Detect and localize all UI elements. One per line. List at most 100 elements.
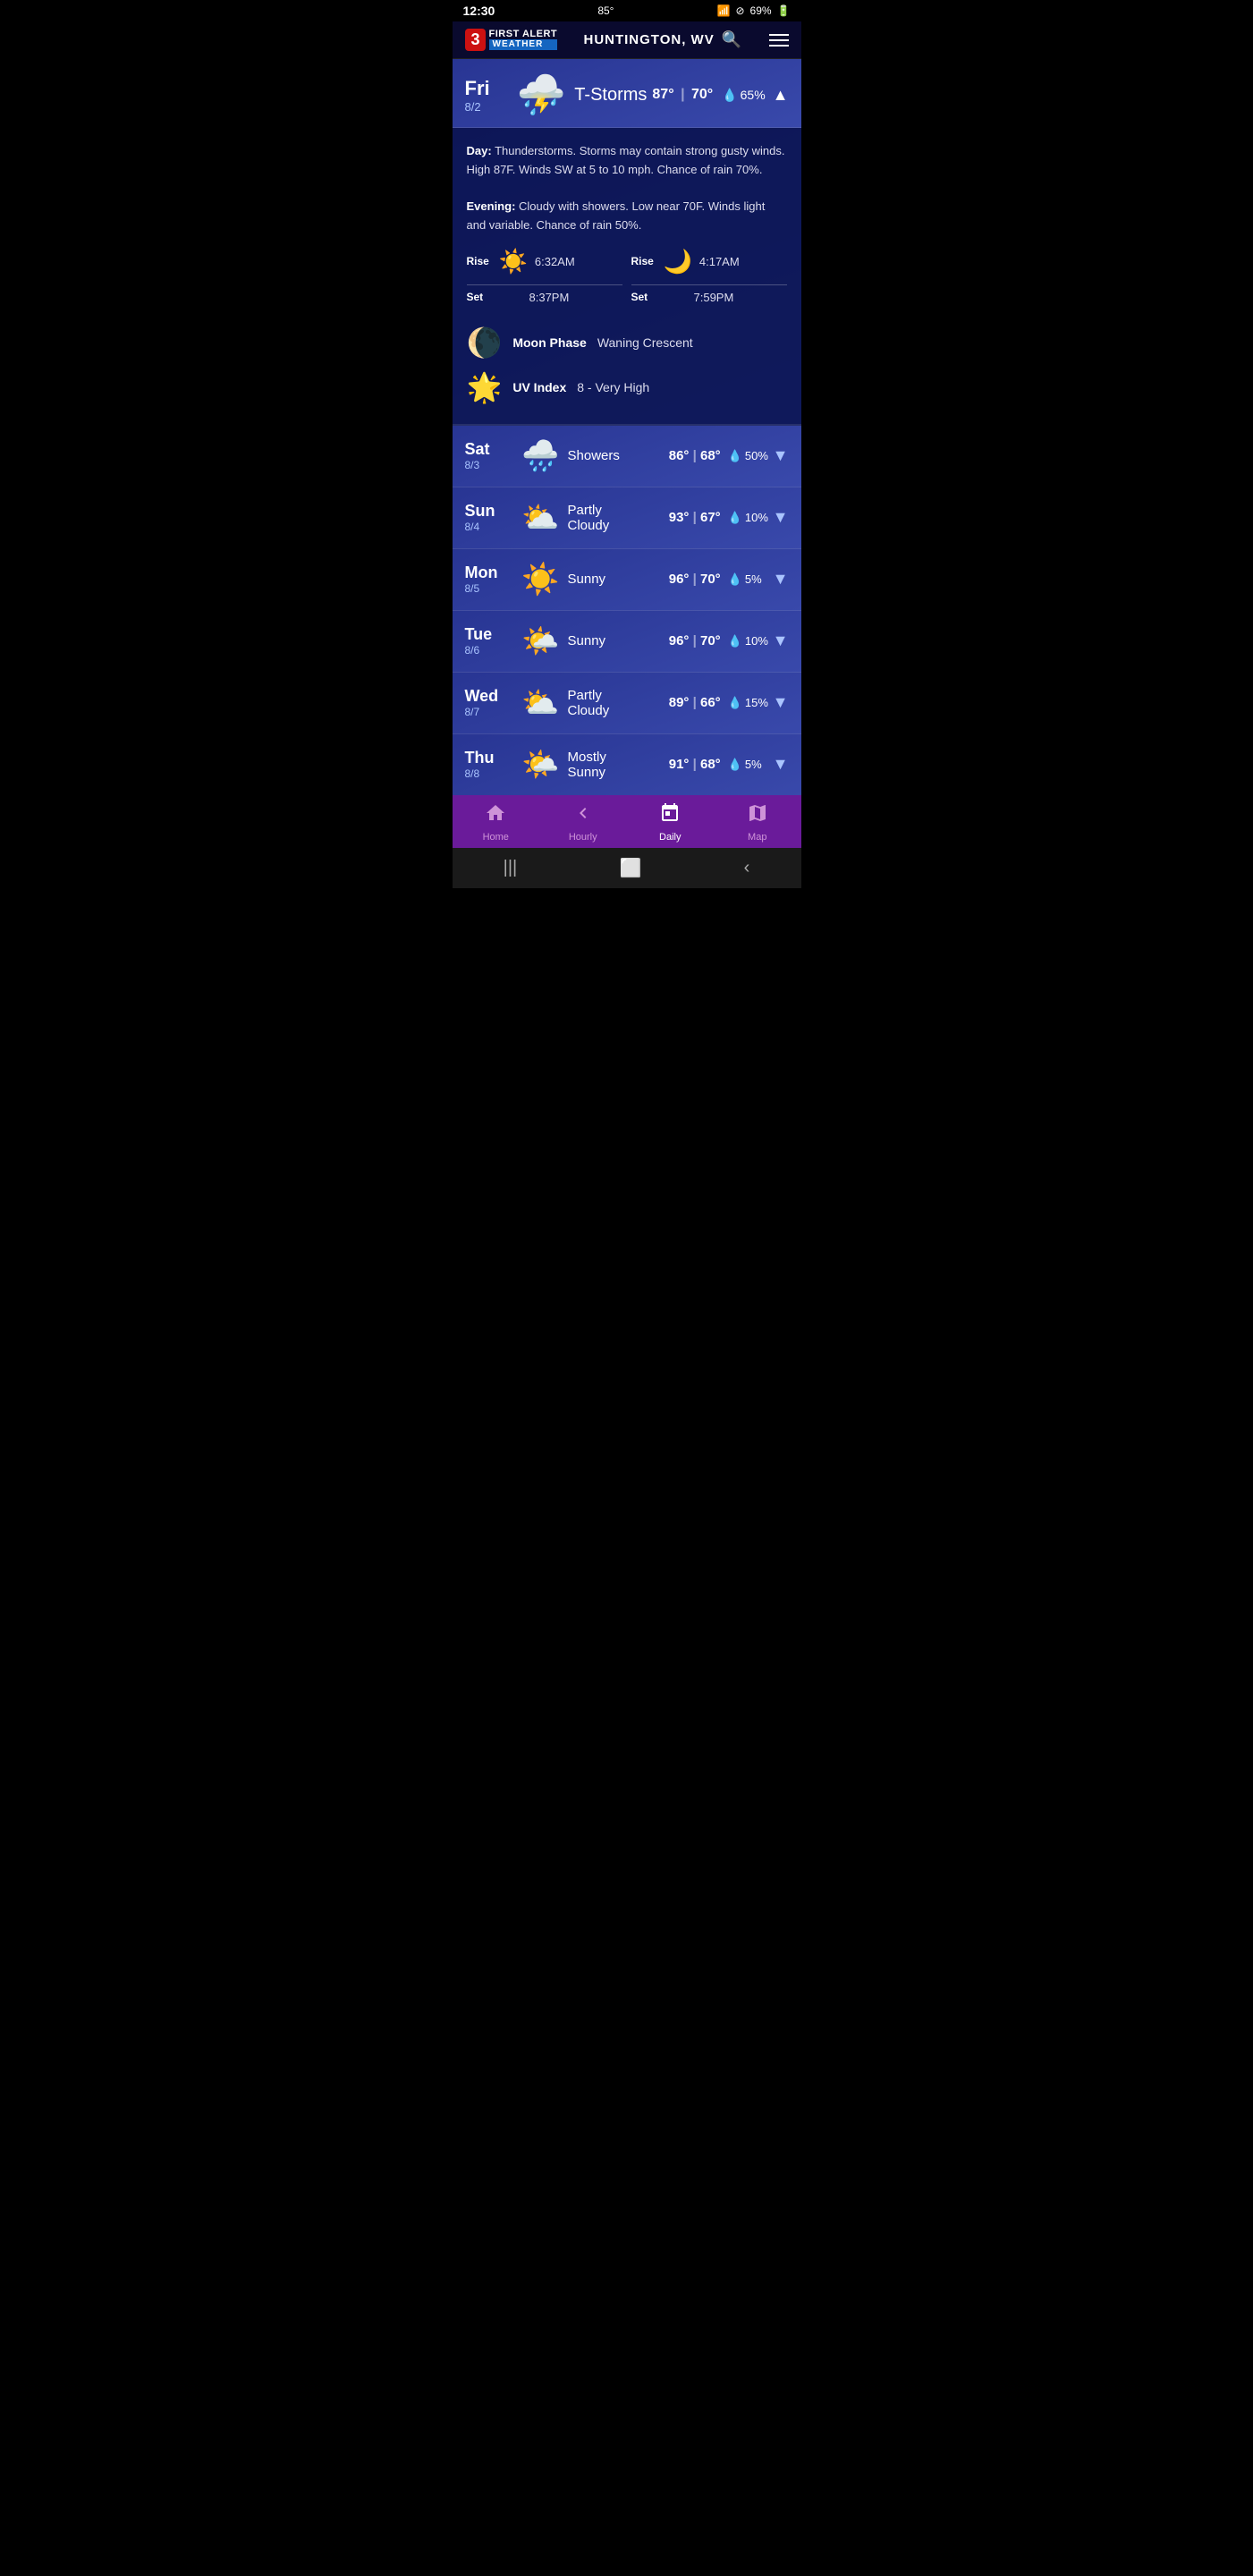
forecast-icon-3: 🌤️ xyxy=(521,623,561,659)
forecast-condition-0: Showers xyxy=(568,448,669,463)
forecast-expand-btn-3[interactable]: ▼ xyxy=(773,631,789,650)
sun-rise-time: 6:32AM xyxy=(535,255,575,268)
forecast-day-name-2: Mon xyxy=(465,564,514,582)
status-temp: 85° xyxy=(597,4,614,17)
nav-label-home: Home xyxy=(483,832,509,843)
precip-drop-icon-5: 💧 xyxy=(728,758,742,772)
uv-label: UV Index xyxy=(512,380,566,394)
nav-item-home[interactable]: Home xyxy=(469,802,522,843)
expanded-precip-val: 65% xyxy=(741,88,766,102)
detail-day-content: Thunderstorms. Storms may contain strong… xyxy=(467,144,785,176)
forecast-expand-btn-2[interactable]: ▼ xyxy=(773,570,789,589)
forecast-icon-4: ⛅ xyxy=(521,685,561,721)
forecast-row[interactable]: Tue 8/6 🌤️ Sunny 96° | 70° 💧 10% ▼ xyxy=(453,611,801,673)
home-button[interactable]: ⬜ xyxy=(619,857,641,879)
forecast-row[interactable]: Sat 8/3 🌧️ Showers 86° | 68° 💧 50% ▼ xyxy=(453,426,801,487)
header-location: HUNTINGTON, WV 🔍 xyxy=(583,30,742,49)
forecast-row[interactable]: Mon 8/5 ☀️ Sunny 96° | 70° 💧 5% ▼ xyxy=(453,549,801,611)
forecast-precip-4: 💧 15% xyxy=(728,696,773,710)
forecast-temps-3: 96° | 70° xyxy=(669,633,721,648)
nav-icon-daily xyxy=(659,802,681,829)
nav-item-daily[interactable]: Daily xyxy=(643,802,697,843)
forecast-expand-btn-4[interactable]: ▼ xyxy=(773,693,789,712)
forecast-row[interactable]: Wed 8/7 ⛅ Partly Cloudy 89° | 66° 💧 15% … xyxy=(453,673,801,734)
precip-drop-icon-0: 💧 xyxy=(728,449,742,463)
precip-drop-icon: 💧 xyxy=(722,88,737,103)
expanded-condition: T-Storms xyxy=(574,85,652,106)
moon-divider xyxy=(631,284,787,285)
moon-set-time: 7:59PM xyxy=(694,291,734,304)
moon-rise-row: Rise 🌙 4:17AM xyxy=(631,248,787,275)
sun-rise-row: Rise ☀️ 6:32AM xyxy=(467,248,622,275)
precip-drop-icon-1: 💧 xyxy=(728,511,742,525)
forecast-icon-1: ⛅ xyxy=(521,500,561,536)
expanded-day-name: Fri xyxy=(465,77,508,100)
search-icon[interactable]: 🔍 xyxy=(722,30,742,49)
map-nav-icon xyxy=(747,802,768,824)
uv-value: 8 - Very High xyxy=(577,380,649,394)
nav-item-hourly[interactable]: Hourly xyxy=(556,802,610,843)
forecast-row[interactable]: Thu 8/8 🌤️ Mostly Sunny 91° | 68° 💧 5% ▼ xyxy=(453,734,801,795)
expanded-day-label: Fri 8/2 xyxy=(465,77,508,114)
bottom-nav: Home Hourly Daily Map xyxy=(453,795,801,848)
forecast-condition-2: Sunny xyxy=(568,572,669,587)
expanded-high: 87° xyxy=(652,87,673,102)
forecast-temps-2: 96° | 70° xyxy=(669,572,721,587)
forecast-day-date-5: 8/8 xyxy=(465,767,514,780)
detail-card: Day: Thunderstorms. Storms may contain s… xyxy=(453,128,801,426)
expanded-day-date: 8/2 xyxy=(465,100,508,114)
forecast-condition-1: Partly Cloudy xyxy=(568,503,669,533)
forecast-condition-5: Mostly Sunny xyxy=(568,750,669,780)
recent-apps-button[interactable]: ||| xyxy=(504,858,518,878)
status-bar: 12:30 85° 📶 ⊘ 69% 🔋 xyxy=(453,0,801,21)
forecast-day-date-2: 8/5 xyxy=(465,582,514,595)
forecast-day-date-3: 8/6 xyxy=(465,644,514,657)
android-nav: ||| ⬜ ‹ xyxy=(453,848,801,888)
location-text: HUNTINGTON, WV xyxy=(583,32,714,47)
forecast-precip-3: 💧 10% xyxy=(728,634,773,648)
expanded-weather-icon: ⛈️ xyxy=(517,72,566,118)
uv-row: 🌟 UV Index 8 - Very High xyxy=(467,365,787,410)
expanded-day-header[interactable]: Fri 8/2 ⛈️ T-Storms 87° | 70° 💧 65% ▲ xyxy=(453,59,801,128)
forecast-day-label-3: Tue 8/6 xyxy=(465,625,514,657)
wifi-icon: 📶 xyxy=(717,4,731,17)
forecast-day-name-3: Tue xyxy=(465,625,514,644)
forecast-expand-btn-0[interactable]: ▼ xyxy=(773,446,789,465)
home-nav-icon xyxy=(485,802,506,824)
expanded-low: 70° xyxy=(691,87,713,102)
moon-phase-icon: 🌘 xyxy=(467,326,503,360)
moon-icon: 🌙 xyxy=(664,248,692,275)
forecast-icon-2: ☀️ xyxy=(521,562,561,597)
forecast-expand-btn-1[interactable]: ▼ xyxy=(773,508,789,527)
menu-icon[interactable] xyxy=(769,34,789,47)
forecast-row[interactable]: Sun 8/4 ⛅ Partly Cloudy 93° | 67° 💧 10% … xyxy=(453,487,801,549)
forecast-day-label-4: Wed 8/7 xyxy=(465,687,514,718)
moon-col: Rise 🌙 4:17AM Set 7:59PM xyxy=(631,248,787,308)
forecast-icon-0: 🌧️ xyxy=(521,438,561,474)
precip-drop-icon-3: 💧 xyxy=(728,634,742,648)
nav-item-map[interactable]: Map xyxy=(731,802,784,843)
moon-rise-label: Rise xyxy=(631,255,656,267)
back-button[interactable]: ‹ xyxy=(744,858,750,878)
logo-container: 3 FIRST ALERT WEATHER xyxy=(465,29,558,51)
logo-first-alert: FIRST ALERT xyxy=(489,30,558,39)
forecast-day-date-4: 8/7 xyxy=(465,706,514,718)
forecast-condition-4: Partly Cloudy xyxy=(568,688,669,718)
forecast-temps-1: 93° | 67° xyxy=(669,510,721,525)
expanded-temps: 87° | 70° xyxy=(652,87,713,103)
forecast-day-label-0: Sat 8/3 xyxy=(465,440,514,471)
forecast-expand-btn-5[interactable]: ▼ xyxy=(773,755,789,774)
nav-label-hourly: Hourly xyxy=(569,832,597,843)
hourly-nav-icon xyxy=(572,802,594,824)
forecast-day-name-0: Sat xyxy=(465,440,514,459)
sun-set-label: Set xyxy=(467,291,492,303)
detail-day-label: Day: xyxy=(467,144,492,157)
forecast-icon-5: 🌤️ xyxy=(521,747,561,783)
collapse-button[interactable]: ▲ xyxy=(773,86,789,105)
nav-icon-home xyxy=(485,802,506,829)
logo-weather: WEATHER xyxy=(489,39,558,50)
forecast-list: Sat 8/3 🌧️ Showers 86° | 68° 💧 50% ▼ Sun… xyxy=(453,426,801,795)
uv-sun-icon: 🌟 xyxy=(467,370,503,404)
nav-icon-map xyxy=(747,802,768,829)
forecast-day-name-5: Thu xyxy=(465,749,514,767)
